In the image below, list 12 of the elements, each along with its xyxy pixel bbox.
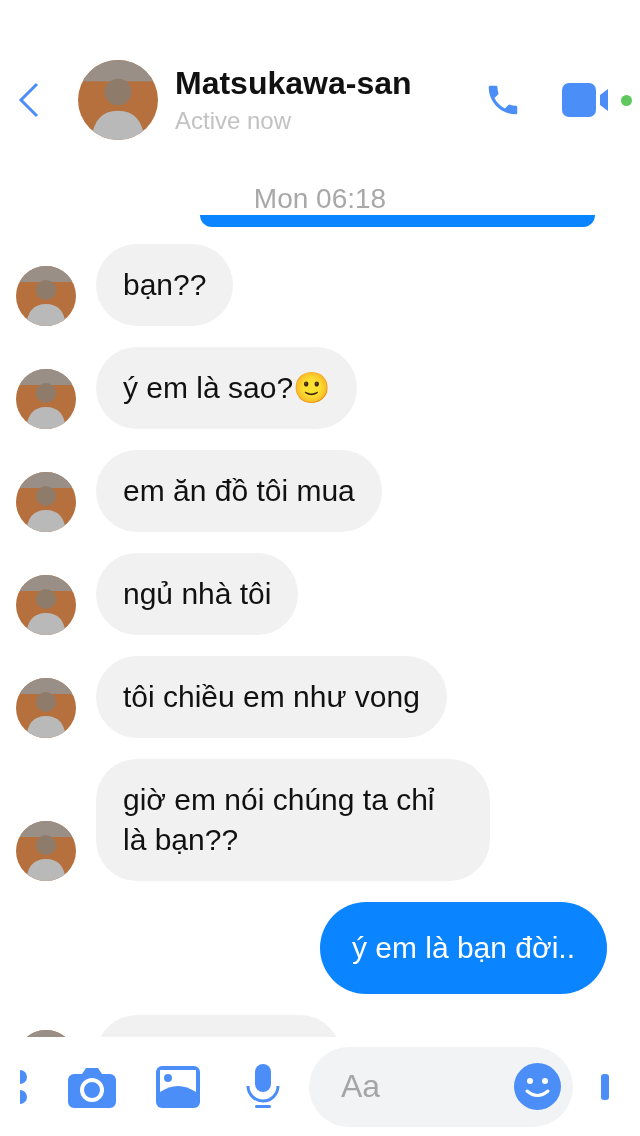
- message-bubble: bạn??: [96, 244, 234, 326]
- message-bubble: ý em là sao?🙂: [96, 347, 358, 429]
- contact-name: Matsukawa-san: [175, 65, 413, 101]
- message-bubble: giờ em nói chúng ta chỉ là bạn??: [96, 759, 490, 881]
- message-bubble: ngủ nhà tôi: [96, 553, 299, 635]
- message-input[interactable]: Aa: [339, 1067, 514, 1106]
- message-bubble: tôi chiều em như vong: [96, 656, 447, 738]
- message-bubble: ý em là bạn đời..: [319, 902, 607, 994]
- message-bubble: em ăn đồ tôi mua: [96, 450, 382, 532]
- timestamp: Mon 06:18: [253, 183, 387, 215]
- active-status: Active now: [175, 107, 293, 135]
- message-field[interactable]: Aa: [309, 1046, 573, 1127]
